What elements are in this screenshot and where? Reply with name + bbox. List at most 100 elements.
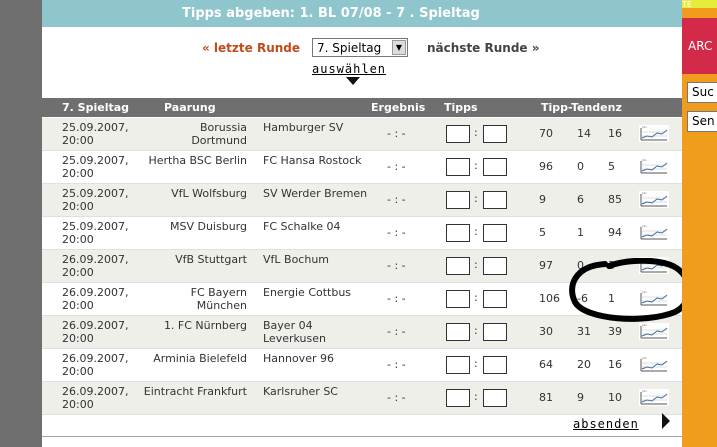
match-datetime: 26.09.2007, 20:00 <box>62 286 128 312</box>
header-pairing: Paarung <box>164 101 216 114</box>
tip-away-input[interactable] <box>483 224 507 242</box>
header-matchday: 7. Spieltag <box>62 101 130 114</box>
table-row: 26.09.2007, 20:00 1. FC Nürnberg Bayer 04 L… <box>42 316 682 349</box>
tendency-away-win: 16 <box>608 127 622 140</box>
sidebar-archive-banner[interactable]: ARC <box>682 18 717 74</box>
match-date: 26.09.2007, <box>62 253 129 266</box>
tendency-home-win: 96 <box>539 160 553 173</box>
tip-separator: : <box>474 258 478 271</box>
choose-button[interactable]: auswählen <box>312 62 386 76</box>
svg-text:pts: pts <box>642 125 647 129</box>
tip-home-input[interactable] <box>446 389 470 407</box>
match-result: - : - <box>387 325 406 338</box>
header-tendency: Tipp-Tendenz <box>541 101 622 114</box>
tendency-draw: 14 <box>577 127 591 140</box>
tip-away-input[interactable] <box>483 356 507 374</box>
home-team: MSV Duisburg <box>170 220 247 233</box>
tip-separator: : <box>474 126 478 139</box>
svg-text:pts: pts <box>642 290 647 294</box>
tendency-draw: 0 <box>577 160 584 173</box>
table-row: 26.09.2007, 20:00 Eintracht Frankfurt Karls… <box>42 382 682 415</box>
home-team: Hertha BSC Berlin <box>148 154 247 167</box>
match-time: 20:00 <box>62 167 94 180</box>
tip-home-input[interactable] <box>446 356 470 374</box>
tip-home-input[interactable] <box>446 224 470 242</box>
table-row: 25.09.2007, 20:00 MSV Duisburg FC Schalke 0… <box>42 217 682 250</box>
match-time: 20:00 <box>62 365 94 378</box>
chart-trend-icon[interactable]: pts <box>639 125 669 142</box>
tendency-away-win: 1 <box>608 292 615 305</box>
tip-away-input[interactable] <box>483 257 507 275</box>
match-result: - : - <box>387 193 406 206</box>
svg-text:pts: pts <box>642 356 647 360</box>
matchday-select[interactable]: 7. Spieltag ▼ <box>312 38 408 57</box>
submit-arrow-icon <box>662 413 670 429</box>
page-title: Tipps abgeben: 1. BL 07/08 - 7 . Spielta… <box>42 0 682 27</box>
chevron-down-icon[interactable]: ▼ <box>392 40 406 55</box>
match-datetime: 26.09.2007, 20:00 <box>62 253 128 279</box>
choose-arrow-icon <box>346 77 360 85</box>
svg-text:pts: pts <box>642 191 647 195</box>
match-time: 20:00 <box>62 233 94 246</box>
tip-home-input[interactable] <box>446 257 470 275</box>
tendency-draw: -6 <box>577 292 588 305</box>
tip-away-input[interactable] <box>483 389 507 407</box>
tendency-home-win: 5 <box>539 226 546 239</box>
matchday-select-value: 7. Spieltag <box>317 41 382 55</box>
match-result: - : - <box>387 292 406 305</box>
home-team: VfL Wolfsburg <box>171 187 247 200</box>
tendency-home-win: 9 <box>539 193 546 206</box>
chart-trend-icon[interactable]: pts <box>639 290 669 307</box>
tendency-away-win: 85 <box>608 193 622 206</box>
tip-separator: : <box>474 159 478 172</box>
tendency-draw: 20 <box>577 358 591 371</box>
tip-separator: : <box>474 324 478 337</box>
svg-text:pts: pts <box>642 158 647 162</box>
tip-separator: : <box>474 225 478 238</box>
table-header: 7. Spieltag Paarung Ergebnis Tipps Tipp-… <box>42 98 682 117</box>
match-result: - : - <box>387 127 406 140</box>
chart-trend-icon[interactable]: pts <box>639 356 669 373</box>
chart-trend-icon[interactable]: pts <box>639 158 669 175</box>
match-datetime: 25.09.2007, 20:00 <box>62 121 128 147</box>
home-team: Borussia Dortmund <box>191 121 247 147</box>
sidebar-search-field[interactable]: Suc <box>687 82 717 103</box>
chart-trend-icon[interactable]: pts <box>639 323 669 340</box>
tip-home-input[interactable] <box>446 323 470 341</box>
home-team: Arminia Bielefeld <box>153 352 247 365</box>
sidebar-send-field[interactable]: Sen <box>687 111 717 132</box>
away-team: Hamburger SV <box>263 121 344 134</box>
table-row: 25.09.2007, 20:00 VfL Wolfsburg SV Werder B… <box>42 184 682 217</box>
match-date: 26.09.2007, <box>62 319 129 332</box>
header-tips: Tipps <box>444 101 478 114</box>
tendency-away-win: 94 <box>608 226 622 239</box>
tendency-away-win: 10 <box>608 391 622 404</box>
match-time: 20:00 <box>62 398 94 411</box>
header-result: Ergebnis <box>371 101 426 114</box>
match-datetime: 25.09.2007, 20:00 <box>62 154 128 180</box>
chart-trend-icon[interactable]: pts <box>639 389 669 406</box>
chart-trend-icon[interactable]: pts <box>639 191 669 208</box>
tip-away-input[interactable] <box>483 191 507 209</box>
tip-home-input[interactable] <box>446 191 470 209</box>
tip-home-input[interactable] <box>446 158 470 176</box>
table-row: 26.09.2007, 20:00 VfB Stuttgart VfL Bochum -… <box>42 250 682 283</box>
tip-away-input[interactable] <box>483 158 507 176</box>
svg-text:pts: pts <box>642 389 647 393</box>
tip-away-input[interactable] <box>483 323 507 341</box>
next-round-link[interactable]: nächste Runde » <box>427 41 539 55</box>
tendency-home-win: 81 <box>539 391 553 404</box>
tip-home-input[interactable] <box>446 290 470 308</box>
chart-trend-icon[interactable]: pts <box>639 257 669 274</box>
match-date: 25.09.2007, <box>62 154 129 167</box>
tip-away-input[interactable] <box>483 290 507 308</box>
match-result: - : - <box>387 259 406 272</box>
footer-divider <box>42 436 682 437</box>
round-navigation: « letzte Runde 7. Spieltag ▼ nächste Run… <box>42 38 682 88</box>
chart-trend-icon[interactable]: pts <box>639 224 669 241</box>
previous-round-link[interactable]: « letzte Runde <box>202 41 300 55</box>
submit-button[interactable]: absenden <box>573 417 639 431</box>
match-datetime: 25.09.2007, 20:00 <box>62 187 128 213</box>
tip-home-input[interactable] <box>446 125 470 143</box>
tip-away-input[interactable] <box>483 125 507 143</box>
